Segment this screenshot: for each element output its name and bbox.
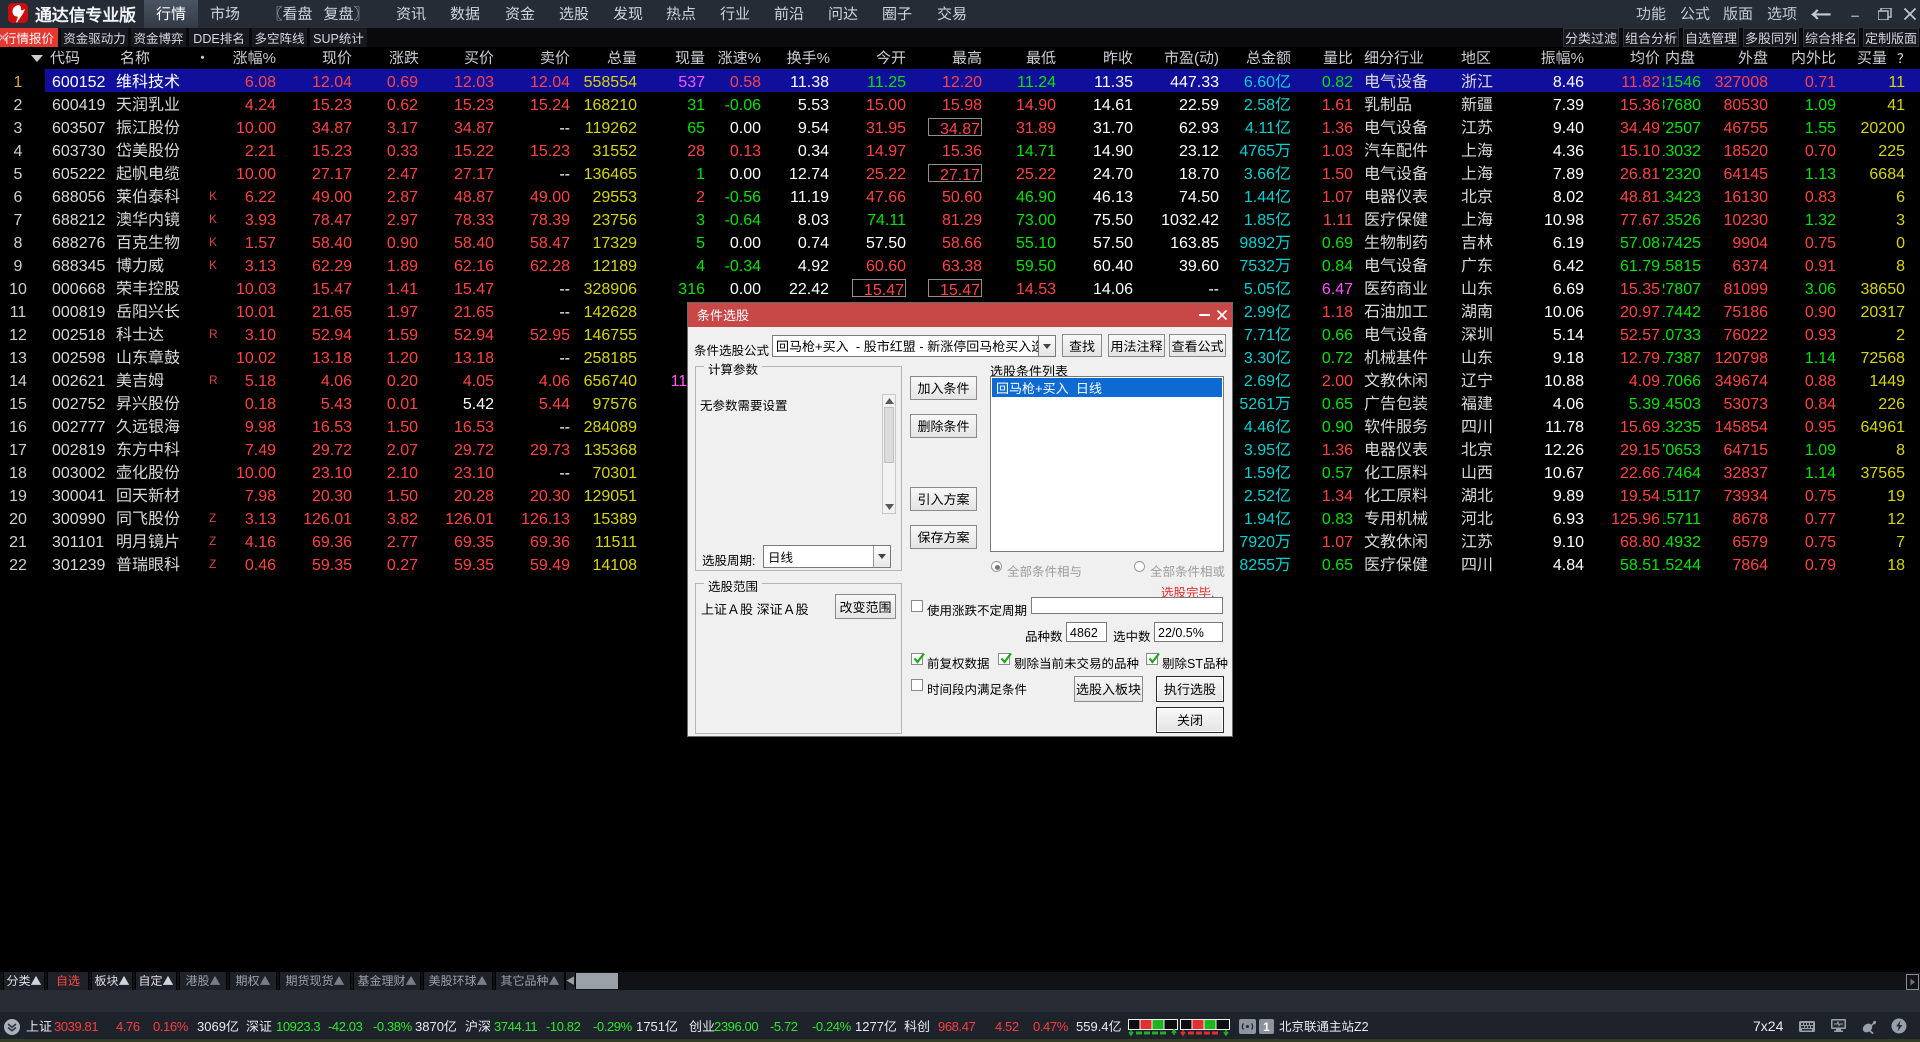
svg-text:1: 1 xyxy=(1263,1019,1270,1034)
